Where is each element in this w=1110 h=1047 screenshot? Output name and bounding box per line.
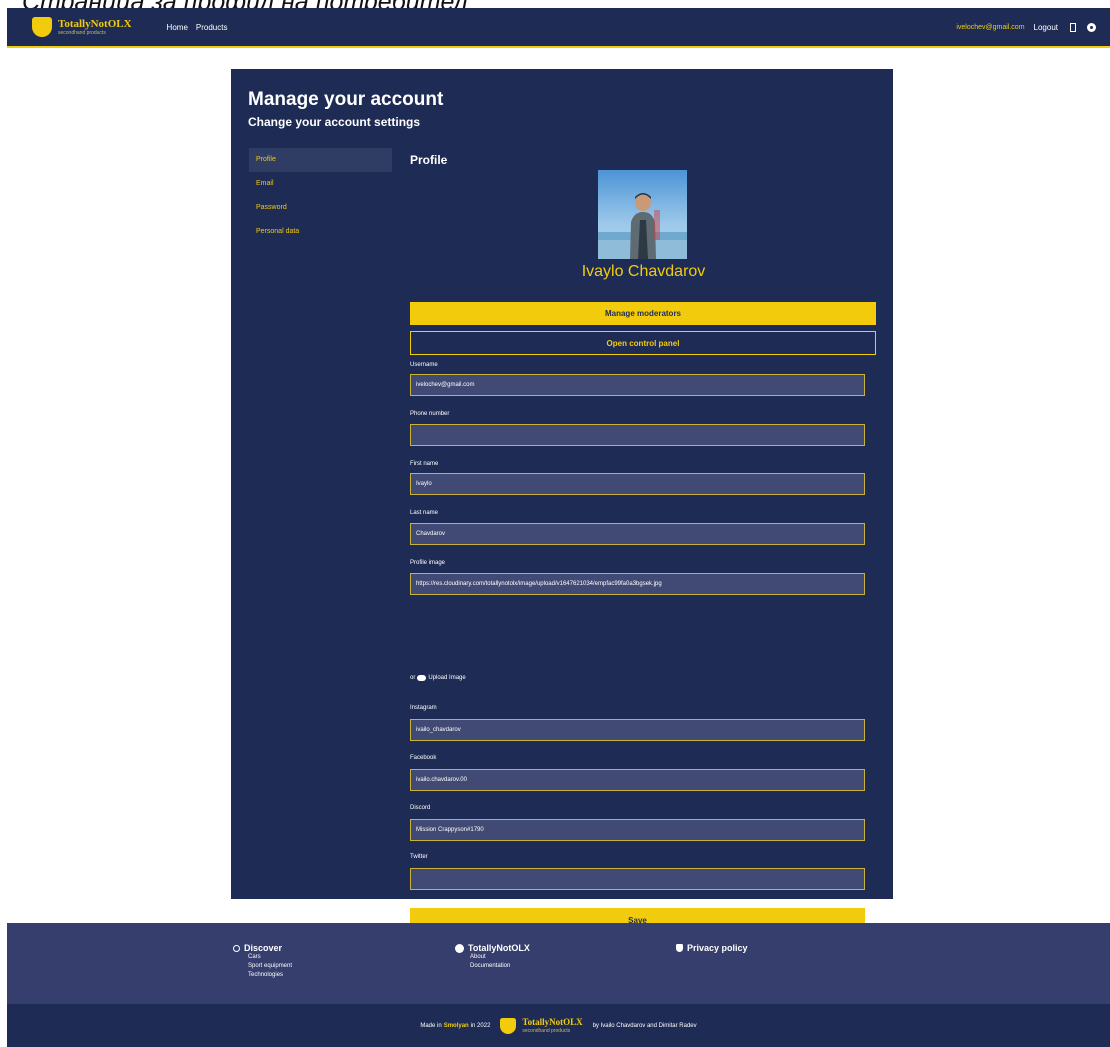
footer-link-documentation[interactable]: Documentation [470,962,530,971]
search-icon [233,944,240,952]
footer-link-cars[interactable]: Cars [248,953,292,962]
last-name-label: Last name [410,510,439,516]
footer-privacy-title[interactable]: Privacy policy [687,943,748,953]
bottom-logo: TotallyNotOLX secondhand products [500,1017,583,1034]
nav-home-link[interactable]: Home [167,23,188,32]
section-title: Profile [410,153,448,167]
discord-field[interactable]: Mission Crappyson#1790 [410,819,865,841]
open-control-panel-button[interactable]: Open control panel [410,331,876,355]
bottom-logo-emblem-icon [500,1017,517,1034]
account-panel: Manage your account Change your account … [231,69,893,932]
top-navbar: TotallyNotOLX secondhand products Home P… [7,8,1110,48]
username-label: Username [410,362,438,368]
avatar-photo [598,170,687,259]
logout-link[interactable]: Logout [1034,23,1058,32]
nav-products-link[interactable]: Products [196,23,228,32]
upload-or-text: or [410,675,416,681]
footer-link-about[interactable]: About [470,953,530,962]
footer: Discover Cars Sport equipment Technologi… [7,923,1110,1004]
nav-user-email[interactable]: ivelochev@gmail.com [956,24,1024,31]
first-name-label: First name [410,461,439,467]
manage-moderators-button[interactable]: Manage moderators [410,302,876,325]
sidebar-item-password[interactable]: Password [249,196,392,220]
profile-image-label: Profile image [410,560,446,566]
last-name-field[interactable]: Chavdarov [410,523,865,545]
username-field[interactable]: ivelochev@gmail.com [410,374,865,396]
sidebar-item-profile[interactable]: Profile [249,148,392,172]
bottom-brand-name: TotallyNotOLX [522,1017,583,1027]
bookmark-icon[interactable] [1070,22,1076,32]
instagram-field[interactable]: ivailo_chavdarov [410,719,865,741]
phone-label: Phone number [410,411,450,417]
brand-logo[interactable]: TotallyNotOLX secondhand products [32,17,132,37]
credits-text: by Ivailo Chavdarov and Dimitar Radev [592,1022,697,1029]
page-subtitle: Change your account settings [248,115,421,129]
bottom-brand-slogan: secondhand products [522,1028,571,1034]
upload-image-link[interactable]: Upload Image [428,675,465,681]
sidebar-item-email[interactable]: Email [249,172,392,196]
shield-icon [676,944,683,952]
instagram-label: Instagram [410,705,437,711]
upload-image-row: or Upload Image [410,675,466,681]
made-in-place: Smolyan [443,1022,469,1029]
footer-brand-title: TotallyNotOLX [468,943,530,953]
avatar [598,170,687,259]
profile-content: Profile Ivaylo Chavdarov Manage moderato… [410,148,877,932]
account-sidebar: Profile Email Password Personal data [249,148,392,244]
first-name-field[interactable]: Ivaylo [410,473,865,495]
footer-privacy: Privacy policy [676,943,748,953]
made-in-text: Made in [420,1022,442,1029]
footer-link-sport[interactable]: Sport equipment [248,962,292,971]
footer-link-technologies[interactable]: Technologies [248,971,292,980]
phone-field[interactable] [410,424,865,446]
twitter-field[interactable] [410,868,865,890]
logo-emblem-icon [32,17,52,37]
facebook-field[interactable]: ivailo.chavdarov.00 [410,769,865,791]
bottom-bar: Made in Smolyan in 2022 TotallyNotOLX se… [7,1004,1110,1047]
facebook-label: Facebook [410,755,437,761]
footer-discover: Discover Cars Sport equipment Technologi… [233,943,292,980]
footer-brand: TotallyNotOLX About Documentation [455,943,530,971]
cloud-upload-icon[interactable] [417,675,427,681]
twitter-label: Twitter [410,854,428,860]
gear-icon[interactable] [1087,22,1096,32]
page-title: Manage your account [248,89,444,110]
user-full-name: Ivaylo Chavdarov [581,263,706,280]
profile-image-field[interactable]: https://res.cloudinary.com/totallynotolx… [410,573,865,595]
brand-name: TotallyNotOLX [58,17,132,30]
footer-discover-title: Discover [244,943,283,953]
info-circle-icon [455,943,464,953]
brand-slogan: secondhand products [58,29,106,36]
sidebar-item-personal-data[interactable]: Personal data [249,220,392,244]
made-in-year: in 2022 [470,1022,491,1029]
discord-label: Discord [410,805,431,811]
